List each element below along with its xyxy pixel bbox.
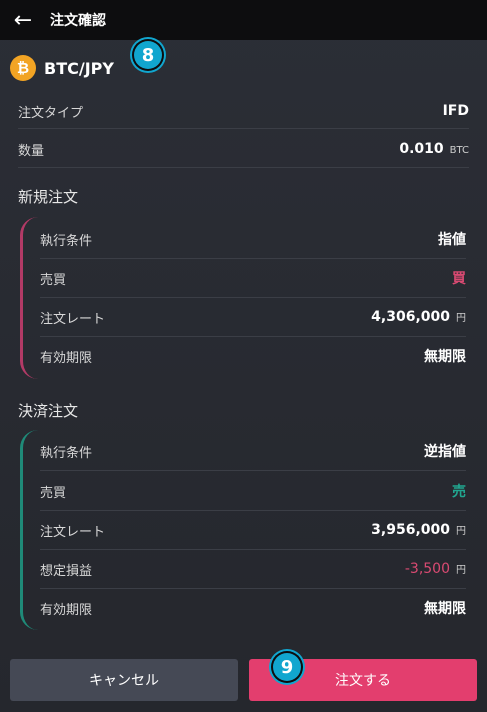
estimated-pl-value: -3,500 円 <box>405 561 466 577</box>
pl-number: -3,500 <box>404 561 450 577</box>
rate-number: 4,306,000 <box>371 309 450 325</box>
bitcoin-icon: ₿ <box>10 55 36 81</box>
rate-unit: 円 <box>456 313 466 324</box>
order-type-label: 注文タイプ <box>18 105 84 121</box>
quantity-value: 0.010 BTC <box>399 141 469 157</box>
step-marker-8: 8 <box>134 41 162 69</box>
cancel-button[interactable]: キャンセル <box>10 659 238 701</box>
step-marker-9: 9 <box>273 653 301 681</box>
settle-order-row: 有効期限 無期限 <box>40 589 466 627</box>
settle-order-row: 売買 売 <box>40 472 466 511</box>
quantity-label: 数量 <box>18 143 45 159</box>
settle-order-value: 逆指値 <box>424 444 466 460</box>
settle-order-row: 想定損益 -3,500 円 <box>40 550 466 589</box>
settle-order-title: 決済注文 <box>18 402 79 420</box>
quantity-row: 数量 0.010 BTC <box>18 131 469 168</box>
settle-order-label: 売買 <box>40 485 67 501</box>
quantity-unit: BTC <box>449 145 469 156</box>
back-arrow-icon[interactable]: ← <box>8 8 38 33</box>
settle-order-row: 注文レート 3,956,000 円 <box>40 511 466 550</box>
order-type-value: IFD <box>442 103 469 119</box>
new-order-side-value: 買 <box>452 271 466 287</box>
order-type-row: 注文タイプ IFD <box>18 94 469 129</box>
settle-order-label: 想定損益 <box>40 563 93 579</box>
settle-order-label: 執行条件 <box>40 445 93 461</box>
new-order-label: 執行条件 <box>40 233 93 249</box>
new-order-label: 注文レート <box>40 311 106 327</box>
page-title: 注文確認 <box>50 13 106 29</box>
settle-order-row: 執行条件 逆指値 <box>40 432 466 471</box>
new-order-title: 新規注文 <box>18 188 79 206</box>
settle-order-rate-value: 3,956,000 円 <box>371 522 466 538</box>
rate-number: 3,956,000 <box>371 522 450 538</box>
rate-unit: 円 <box>456 526 466 537</box>
new-order-label: 有効期限 <box>40 350 93 366</box>
settle-order-label: 注文レート <box>40 524 106 540</box>
new-order-row: 執行条件 指値 <box>40 220 466 259</box>
currency-pair: ₿ BTC/JPY <box>10 54 114 82</box>
new-order-row: 売買 買 <box>40 259 466 298</box>
new-order-label: 売買 <box>40 272 67 288</box>
settle-order-value: 無期限 <box>424 601 466 617</box>
pair-label: BTC/JPY <box>44 58 114 78</box>
new-order-value: 無期限 <box>424 349 466 365</box>
new-order-value: 指値 <box>438 232 466 248</box>
new-order-rate-value: 4,306,000 円 <box>371 309 466 325</box>
new-order-row: 注文レート 4,306,000 円 <box>40 298 466 337</box>
settle-order-side-value: 売 <box>452 484 466 500</box>
pl-unit: 円 <box>456 565 466 576</box>
top-bar: ← 注文確認 <box>0 0 487 40</box>
action-buttons: キャンセル 注文する <box>10 659 477 701</box>
new-order-row: 有効期限 無期限 <box>40 337 466 375</box>
settle-order-label: 有効期限 <box>40 602 93 618</box>
quantity-number: 0.010 <box>399 141 444 157</box>
